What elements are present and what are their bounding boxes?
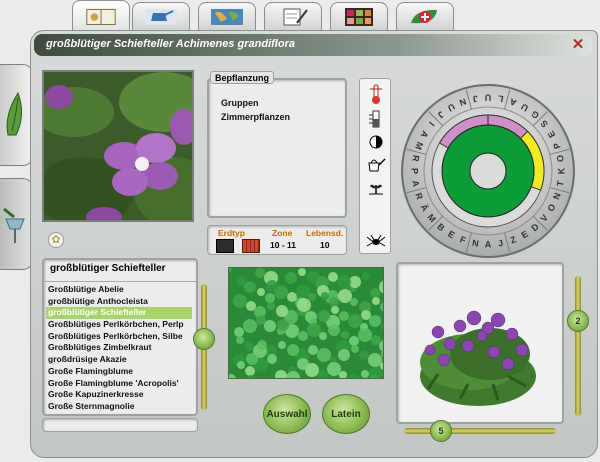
plant-search-input[interactable] [42,418,198,432]
world-map-icon [211,9,243,25]
watering-can-icon [145,9,177,25]
tab-care[interactable] [132,2,190,31]
flower-photo-image [44,72,192,220]
group-item: Zimmerpflanzen [221,112,291,122]
zone-label: Zone [272,228,293,238]
lifespan-value: 10 [320,240,330,250]
groups-title: Bepflanzung [210,71,274,84]
tab-notes[interactable] [264,2,322,31]
plant-list-item[interactable]: Großblütiges Zimbelkraut [46,342,192,354]
month-letter: K [556,167,566,174]
plant-list-item[interactable]: Große Kapuzinerkresse [46,389,192,401]
select-button[interactable]: Auswahl [263,394,311,434]
rotation-slider-track[interactable] [404,428,556,434]
lifespan-label: Lebensd. [306,228,344,238]
plant-list-item[interactable]: Großblütiges Perlkörbchen, Perlp [46,319,192,331]
plant-list-item[interactable]: großblütige Anthocleista [46,296,192,308]
plant-render-image [420,310,536,406]
plant-list: großblütiger Schiefteller Großblütige Ab… [42,258,198,416]
latin-button[interactable]: Latein [322,394,370,434]
group-item: Gruppen [221,98,259,108]
list-scroll-thumb[interactable] [193,328,215,350]
month-letter: U [485,93,492,103]
groups-box: Gruppen Zimmerpflanzen [207,78,347,218]
plant-list-item[interactable]: Großblütiges Perlkörbchen, Silbe [46,331,192,343]
plant-photo [42,70,194,222]
plant-list-items: Großblütige Abelie großblütige Anthocleis… [46,284,192,413]
side-tab-tools[interactable] [0,178,33,270]
thermometer-icon[interactable] [367,83,385,105]
plant-list-item[interactable]: Große Flamingblume [46,366,192,378]
notepad-pen-icon [283,8,308,26]
plant-list-item[interactable]: großdrüsige Akazie [46,354,192,366]
book-icon [86,8,116,25]
favorite-flower-icon[interactable]: ✿ [48,232,64,248]
plant-list-item[interactable]: großblütiger Schiefteller [46,307,192,320]
dial-center [469,152,507,190]
soil-zone-box: Erdtyp Zone Lebensd. 10 - 11 10 [207,225,347,255]
size-slider-thumb[interactable]: 2 [567,310,589,332]
month-letter: A [485,239,492,249]
water-level-icon[interactable] [367,109,385,129]
window-title: großblütiger Schiefteller Achimenes gran… [46,38,295,50]
plant-list-item[interactable]: Große Flamingblume 'Acropolis' [46,378,192,390]
size-slider-track[interactable] [575,276,581,416]
bloom-calendar-dial: JANFEBMÄRAPRMAIJU N J U L A UGSEPOKTNOVDEZ [401,84,575,258]
plant-list-item[interactable]: Großblütige Abelie [46,284,192,296]
close-button[interactable]: ✕ [571,37,585,52]
seedling-icon[interactable] [367,179,385,197]
month-letter: P [410,168,420,174]
ground-texture-preview [228,267,384,379]
soil-dark-icon [216,239,234,253]
side-tab-plant[interactable] [0,64,33,166]
plant-leaf-icon [6,91,22,136]
leaf-texture-image [229,268,383,378]
tab-map[interactable] [198,2,256,31]
tab-gallery[interactable] [330,2,388,31]
plant-list-header: großblütiger Schiefteller [44,260,196,282]
leaf-plus-icon [411,9,437,24]
tab-add[interactable] [396,2,454,31]
soil-brick-icon [242,239,260,253]
soil-type-label: Erdtyp [218,228,245,238]
plant-3d-view [396,262,564,424]
watering-tools-icon [3,207,25,243]
rotation-slider-thumb[interactable]: 5 [430,420,452,442]
plant-list-item[interactable]: Große Sternmagnolie [46,401,192,413]
photo-grid-icon [345,8,373,26]
half-sun-icon[interactable] [367,133,385,151]
watering-can-icon[interactable] [365,155,387,173]
spider-pest-icon[interactable] [366,233,386,249]
zone-value: 10 - 11 [270,240,296,250]
properties-strip [359,78,391,254]
tab-book[interactable] [72,0,130,32]
